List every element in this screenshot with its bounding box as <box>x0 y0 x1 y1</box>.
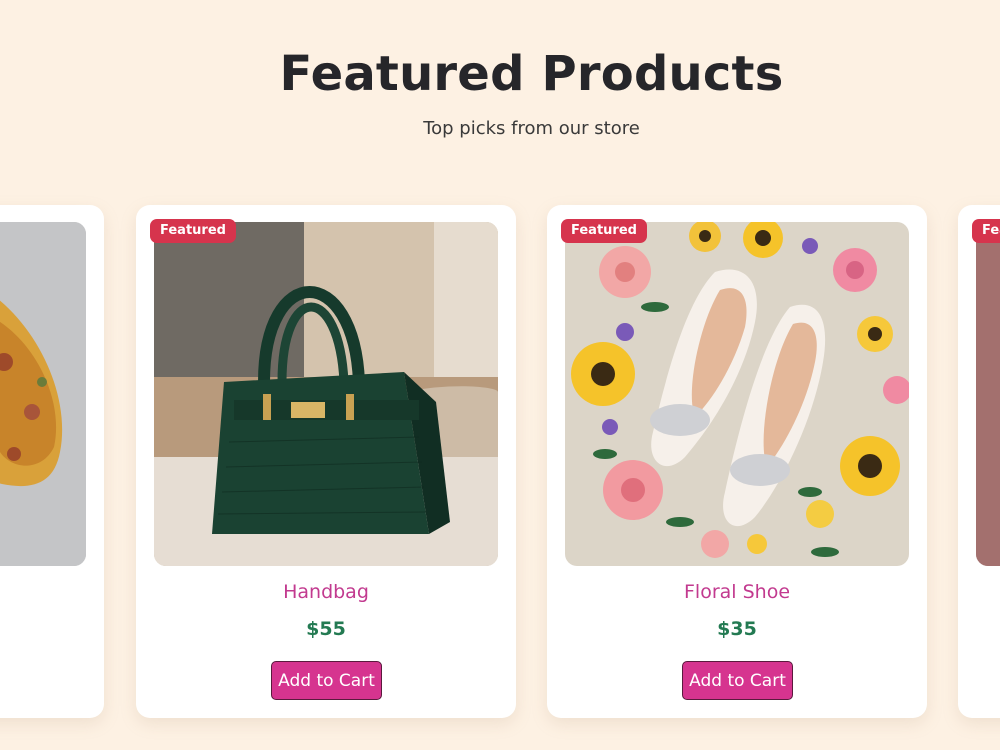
product-card: Featured <box>958 205 1000 718</box>
section-subtitle: Top picks from our store <box>423 118 640 139</box>
featured-products-page: Featured Products Top picks from our sto… <box>0 0 1000 750</box>
product-price: $35 <box>717 618 757 640</box>
product-card-floral-shoe: Featured Floral Shoe $35 Add to Cart <box>547 205 927 718</box>
featured-badge: Featured <box>972 219 1000 243</box>
featured-badge: Featured <box>561 219 647 243</box>
product-image-handbag[interactable] <box>154 222 498 566</box>
product-price: $55 <box>306 618 346 640</box>
section-title: Featured Products <box>279 46 784 102</box>
add-to-cart-button[interactable]: Add to Cart <box>682 661 793 700</box>
product-name: Handbag <box>283 581 369 603</box>
product-image-pink[interactable] <box>976 222 1000 566</box>
product-image-floral-shoe[interactable] <box>565 222 909 566</box>
add-to-cart-button[interactable]: Add to Cart <box>271 661 382 700</box>
product-card <box>0 205 104 718</box>
featured-badge: Featured <box>150 219 236 243</box>
product-name: Floral Shoe <box>683 581 791 603</box>
product-card-handbag: Featured Handbag $55 Add to Cart <box>136 205 516 718</box>
product-image-paisley[interactable] <box>0 222 86 566</box>
